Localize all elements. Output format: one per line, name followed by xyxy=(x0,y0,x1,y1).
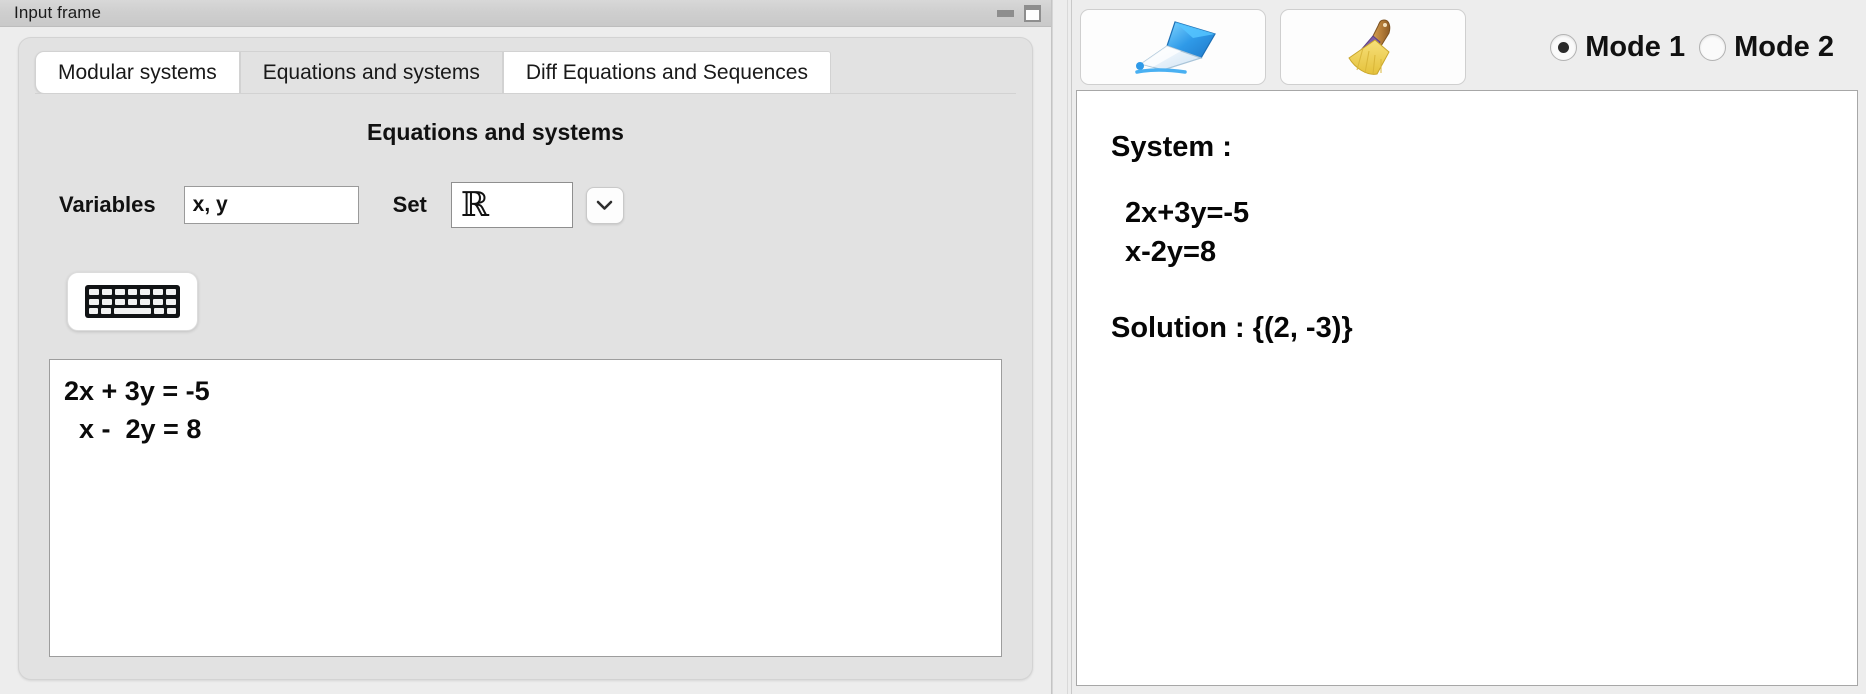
tab-panel-equations-and-systems: Equations and systems Variables x, y Set… xyxy=(35,93,1016,679)
tab-equations-and-systems[interactable]: Equations and systems xyxy=(239,51,503,93)
solve-button[interactable] xyxy=(1080,9,1266,85)
set-dropdown-button[interactable] xyxy=(585,186,624,224)
system-heading: System : xyxy=(1111,131,1232,163)
input-group-box: Modular systems Equations and systems Di… xyxy=(18,37,1033,680)
pen-icon xyxy=(1135,21,1216,74)
output-toolbar: Mode 1 Mode 2 xyxy=(1076,4,1858,90)
mode-radio-group: Mode 1 Mode 2 xyxy=(1550,31,1858,64)
virtual-keyboard-button[interactable] xyxy=(67,272,198,331)
minimize-icon[interactable] xyxy=(997,10,1014,17)
clear-button[interactable] xyxy=(1280,9,1466,85)
chevron-down-icon xyxy=(597,200,613,210)
application-root: Input frame Modular systems Equations an… xyxy=(0,0,1866,694)
tab-diff-equations-and-sequences[interactable]: Diff Equations and Sequences xyxy=(502,51,831,93)
mode-2-radio[interactable] xyxy=(1699,33,1727,61)
maximize-icon[interactable] xyxy=(1024,5,1041,22)
window-titlebar: Input frame xyxy=(0,0,1051,27)
set-label: Set xyxy=(392,192,427,217)
pane-splitter[interactable] xyxy=(1052,0,1072,694)
window-controls xyxy=(997,0,1041,27)
frame-body: Modular systems Equations and systems Di… xyxy=(0,27,1051,694)
tab-label: Equations and systems xyxy=(262,60,480,84)
tab-modular-systems[interactable]: Modular systems xyxy=(35,51,240,93)
mode-2-radio-item[interactable]: Mode 2 xyxy=(1699,31,1844,64)
window-title: Input frame xyxy=(14,3,102,22)
output-display: System : 2x+3y=-5 x-2y=8 Solution : {(2,… xyxy=(1076,90,1858,686)
keyboard-icon xyxy=(85,285,180,318)
tab-strip: Modular systems Equations and systems Di… xyxy=(35,51,1016,93)
tab-label: Modular systems xyxy=(58,60,217,84)
variables-row: Variables x, y Set ℝ xyxy=(59,182,1016,228)
system-equations: 2x+3y=-5 x-2y=8 xyxy=(1125,197,1250,269)
variables-input[interactable]: x, y xyxy=(183,186,359,224)
equations-textarea[interactable]: 2x + 3y = -5 x - 2y = 8 xyxy=(49,359,1002,657)
mode-2-label: Mode 2 xyxy=(1734,30,1834,63)
input-frame-window: Input frame Modular systems Equations an… xyxy=(0,0,1052,694)
mode-1-radio-item[interactable]: Mode 1 xyxy=(1550,31,1695,64)
tab-label: Diff Equations and Sequences xyxy=(525,60,808,84)
set-input[interactable]: ℝ xyxy=(450,182,573,228)
mode-1-radio[interactable] xyxy=(1550,33,1578,61)
page-title: Equations and systems xyxy=(367,119,624,145)
variables-label: Variables xyxy=(59,192,156,217)
solution-text: Solution : {(2, -3)} xyxy=(1111,312,1353,345)
broom-icon xyxy=(1348,19,1391,75)
output-pane: Mode 1 Mode 2 System : 2x+3y=-5 x-2y=8 S… xyxy=(1072,0,1866,694)
mode-1-label: Mode 1 xyxy=(1585,30,1686,63)
